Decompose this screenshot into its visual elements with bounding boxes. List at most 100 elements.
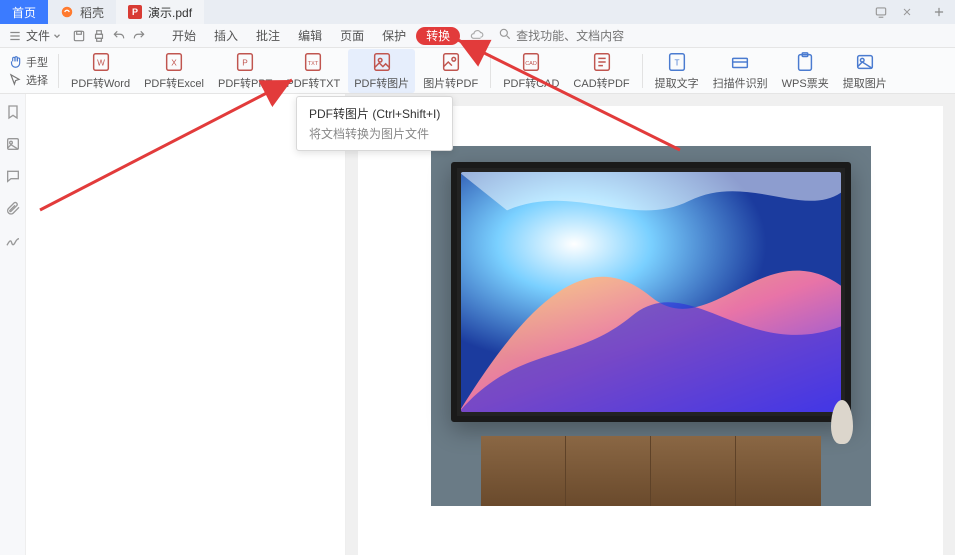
pdf-to-ppt-button[interactable]: P PDF转PPT — [212, 49, 278, 93]
search-area — [498, 27, 656, 44]
menu-bar: 文件 开始 插入 批注 编辑 页面 保护 转换 — [0, 24, 955, 48]
extract-text-button[interactable]: T 提取文字 — [649, 49, 705, 93]
svg-text:P: P — [242, 58, 248, 67]
app-menu-icon[interactable] — [6, 27, 24, 45]
close-tab-icon[interactable] — [899, 4, 915, 20]
signature-icon[interactable] — [5, 232, 21, 248]
left-rail — [0, 94, 26, 555]
wps-form-button[interactable]: WPS票夹 — [776, 49, 835, 93]
cad-icon: CAD — [520, 51, 542, 73]
wps-form-label: WPS票夹 — [782, 75, 829, 91]
vase-decor — [831, 400, 853, 444]
extract-image-button[interactable]: 提取图片 — [837, 49, 893, 93]
select-tool-label: 选择 — [26, 72, 48, 88]
tab-document-label: 演示.pdf — [148, 4, 192, 21]
pdf-to-word-label: PDF转Word — [71, 75, 130, 91]
tab-shell[interactable]: 稻壳 — [48, 0, 116, 24]
pdf-to-ppt-label: PDF转PPT — [218, 75, 272, 91]
select-tool[interactable]: 选择 — [8, 72, 48, 88]
file-menu-label: 文件 — [26, 27, 50, 44]
window-tabstrip: 首页 稻壳 P 演示.pdf — [0, 0, 955, 24]
tv-screen — [461, 172, 841, 412]
pdf-to-txt-label: PDF转TXT — [286, 75, 340, 91]
new-tab-icon[interactable] — [931, 4, 947, 20]
menu-start[interactable]: 开始 — [164, 24, 204, 48]
pdf-to-image-label: PDF转图片 — [354, 75, 409, 91]
attachment-icon[interactable] — [5, 200, 21, 216]
separator — [58, 54, 59, 88]
extract-text-label: 提取文字 — [655, 75, 699, 91]
tooltip-title: PDF转图片 (Ctrl+Shift+I) — [309, 105, 440, 122]
pdf-to-cad-button[interactable]: CAD PDF转CAD — [497, 49, 565, 93]
tab-shell-label: 稻壳 — [80, 4, 104, 21]
thumbnail-icon[interactable] — [5, 136, 21, 152]
svg-text:X: X — [171, 58, 177, 67]
menu-page[interactable]: 页面 — [332, 24, 372, 48]
cloud-icon[interactable] — [468, 27, 486, 45]
separator — [642, 54, 643, 88]
separator — [490, 54, 491, 88]
ppt-icon: P — [234, 51, 256, 73]
extract-text-icon: T — [666, 51, 688, 73]
scan-ocr-label: 扫描件识别 — [713, 75, 768, 91]
scanner-icon — [729, 51, 751, 73]
pdf-to-excel-button[interactable]: X PDF转Excel — [138, 49, 210, 93]
image-icon — [371, 51, 393, 73]
excel-icon: X — [163, 51, 185, 73]
menu-edit[interactable]: 编辑 — [290, 24, 330, 48]
image-to-pdf-button[interactable]: 图片转PDF — [417, 49, 484, 93]
tab-home[interactable]: 首页 — [0, 0, 48, 24]
scan-ocr-button[interactable]: 扫描件识别 — [707, 49, 774, 93]
extract-image-label: 提取图片 — [843, 75, 887, 91]
comment-icon[interactable] — [5, 168, 21, 184]
menu-annotate[interactable]: 批注 — [248, 24, 288, 48]
image-to-pdf-label: 图片转PDF — [423, 75, 478, 91]
cad-to-pdf-button[interactable]: CAD转PDF — [567, 49, 635, 93]
txt-icon: TXT — [302, 51, 324, 73]
pdf-file-icon: P — [128, 5, 142, 19]
extract-image-icon — [854, 51, 876, 73]
hand-tool-label: 手型 — [26, 54, 48, 70]
svg-text:W: W — [97, 58, 105, 67]
hand-tool[interactable]: 手型 — [8, 54, 48, 70]
thumbnail-panel[interactable] — [26, 94, 346, 555]
shell-icon — [60, 5, 74, 19]
pdf-to-word-button[interactable]: W PDF转Word — [65, 49, 136, 93]
svg-text:T: T — [674, 58, 679, 67]
tool-mode-column: 手型 选择 — [4, 54, 52, 88]
save-icon[interactable] — [70, 27, 88, 45]
feedback-icon[interactable] — [873, 4, 889, 20]
hand-icon — [8, 55, 22, 69]
tooltip-description: 将文档转换为图片文件 — [309, 125, 440, 142]
document-image — [431, 146, 871, 506]
clip-icon — [794, 51, 816, 73]
menu-protect[interactable]: 保护 — [374, 24, 414, 48]
svg-text:TXT: TXT — [308, 60, 319, 66]
pdf-to-image-button[interactable]: PDF转图片 — [348, 49, 415, 93]
menu-insert[interactable]: 插入 — [206, 24, 246, 48]
tv-frame — [451, 162, 851, 422]
bookmark-icon[interactable] — [5, 104, 21, 120]
tv-cabinet — [481, 436, 821, 506]
pdf-to-excel-label: PDF转Excel — [144, 75, 204, 91]
cursor-icon — [8, 73, 22, 87]
cad-to-pdf-label: CAD转PDF — [573, 75, 629, 91]
page-canvas[interactable] — [358, 106, 943, 555]
undo-icon[interactable] — [110, 27, 128, 45]
tab-document[interactable]: P 演示.pdf — [116, 0, 204, 24]
print-icon[interactable] — [90, 27, 108, 45]
menu-convert[interactable]: 转换 — [416, 27, 460, 45]
file-menu[interactable]: 文件 — [26, 27, 68, 44]
tooltip-pdf-to-image: PDF转图片 (Ctrl+Shift+I) 将文档转换为图片文件 — [296, 96, 453, 151]
cad2-icon — [591, 51, 613, 73]
img-pdf-icon — [440, 51, 462, 73]
redo-icon[interactable] — [130, 27, 148, 45]
svg-text:CAD: CAD — [525, 60, 537, 66]
pdf-to-cad-label: PDF转CAD — [503, 75, 559, 91]
search-icon[interactable] — [498, 27, 512, 44]
content-area — [26, 94, 955, 555]
search-input[interactable] — [516, 29, 656, 43]
pdf-to-txt-button[interactable]: TXT PDF转TXT — [280, 49, 346, 93]
word-icon: W — [90, 51, 112, 73]
chevron-down-icon — [52, 31, 62, 41]
